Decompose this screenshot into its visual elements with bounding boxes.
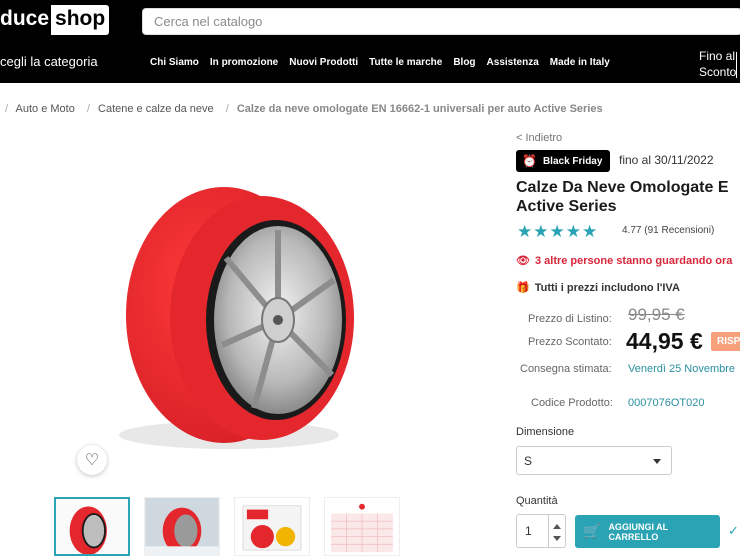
product-title: Calze Da Neve Omologate E Active Series	[516, 179, 729, 215]
breadcrumb: / Auto e Moto / Catene e calze da neve /…	[0, 103, 607, 115]
stepper-arrows	[548, 515, 565, 547]
live-viewers-text: 3 altre persone stanno guardando ora	[534, 255, 733, 267]
nav-chi-siamo[interactable]: Chi Siamo	[150, 57, 199, 68]
search-input[interactable]	[143, 9, 740, 34]
thumbnail-4[interactable]	[324, 497, 400, 556]
logo[interactable]: duce shop	[0, 5, 110, 35]
back-link[interactable]: < Indietro	[516, 132, 562, 144]
quantity-stepper[interactable]: 1	[516, 514, 566, 548]
nav-blog[interactable]: Blog	[453, 57, 475, 68]
promo-banner[interactable]: Fino al Sconto	[699, 48, 736, 80]
delivery-value: Venerdì 25 Novembre	[628, 363, 736, 375]
thumbnail-size-table-image	[325, 498, 399, 555]
star-rating[interactable]: ★★★★★	[517, 222, 598, 242]
breadcrumb-current: Calze da neve omologate EN 16662-1 unive…	[236, 103, 603, 115]
thumbnail-wheel-red-image	[69, 506, 107, 554]
product-main-image[interactable]	[54, 130, 406, 481]
nav-made-in-italy[interactable]: Made in Italy	[550, 57, 610, 68]
delivery-label: Consegna stimata:	[520, 363, 612, 375]
vat-text: Tutti i prezzi includono l'IVA	[534, 282, 680, 294]
nav-tutte-le-marche[interactable]: Tutte le marche	[369, 57, 442, 68]
vat-notice: 🎁 Tutti i prezzi includono l'IVA	[516, 281, 680, 294]
heart-icon: ♡	[84, 452, 100, 469]
thumbnail-3[interactable]	[234, 497, 310, 556]
logo-text-part1: duce	[0, 5, 52, 35]
dimension-label: Dimensione	[516, 426, 575, 438]
black-friday-badge: ⏰ Black Friday	[516, 150, 610, 172]
breadcrumb-separator: /	[5, 103, 9, 115]
logo-text-part2: shop	[51, 5, 110, 35]
snow-sock-wheel-image	[119, 187, 354, 449]
quantity-label: Quantità	[516, 495, 558, 507]
thumbnail-strip	[54, 497, 400, 556]
list-price-label: Prezzo di Listino:	[528, 313, 612, 325]
search-bar	[142, 8, 740, 35]
rating-summary[interactable]: 4.77 (91 Recensioni)	[622, 225, 714, 236]
nav-in-promozione[interactable]: In promozione	[210, 57, 278, 68]
quantity-value: 1	[525, 524, 532, 538]
promo-line1: Fino al	[699, 49, 736, 63]
thumbnail-2[interactable]	[144, 497, 220, 556]
breadcrumb-separator: /	[225, 103, 229, 115]
add-to-cart-label: AGGIUNGI AL CARRELLO	[608, 521, 668, 542]
product-code-label: Codice Prodotto:	[531, 397, 613, 409]
nav-assistenza[interactable]: Assistenza	[487, 57, 539, 68]
promo-divider	[736, 52, 737, 78]
top-header: duce shop cegli la categoria Chi Siamo I…	[0, 0, 740, 83]
increment-arrow-icon[interactable]	[553, 524, 561, 529]
product-code-value: 0007076OT020	[628, 397, 705, 409]
decrement-arrow-icon[interactable]	[553, 536, 561, 541]
promo-end-date: fino al 30/11/2022	[619, 153, 714, 167]
main-nav: Chi Siamo In promozione Nuovi Prodotti T…	[150, 57, 621, 68]
favorite-button[interactable]: ♡	[77, 445, 107, 475]
thumbnail-snow-car-image	[145, 498, 219, 555]
breadcrumb-item-catene[interactable]: Catene e calze da neve	[98, 103, 214, 115]
savings-badge: RISP	[711, 332, 740, 351]
add-to-cart-button[interactable]: 🛒 AGGIUNGI AL CARRELLO	[575, 515, 720, 548]
dimension-select[interactable]: S	[516, 446, 672, 475]
cart-icon: 🛒	[583, 523, 601, 539]
category-selector[interactable]: cegli la categoria	[0, 54, 98, 69]
breadcrumb-separator: /	[86, 103, 90, 115]
badge-label: Black Friday	[542, 155, 603, 167]
chevron-down-icon	[653, 459, 661, 464]
breadcrumb-item-auto-moto[interactable]: Auto e Moto	[16, 103, 75, 115]
gift-icon: 🎁	[516, 282, 530, 294]
list-price: 99,95 €	[628, 305, 685, 324]
promo-line2: Sconto	[699, 65, 737, 79]
checkmark-icon: ✓	[728, 523, 739, 538]
sale-price-label: Prezzo Scontato:	[528, 336, 612, 348]
eye-icon: 👁	[516, 255, 530, 267]
thumbnail-1[interactable]	[54, 497, 130, 556]
thumbnail-package-image	[235, 498, 309, 555]
alarm-clock-icon: ⏰	[522, 154, 537, 168]
nav-nuovi-prodotti[interactable]: Nuovi Prodotti	[289, 57, 358, 68]
sale-price: 44,95 €	[626, 328, 703, 354]
live-viewers-notice: 👁 3 altre persone stanno guardando ora	[516, 254, 732, 267]
dimension-selected-value: S	[524, 454, 533, 468]
